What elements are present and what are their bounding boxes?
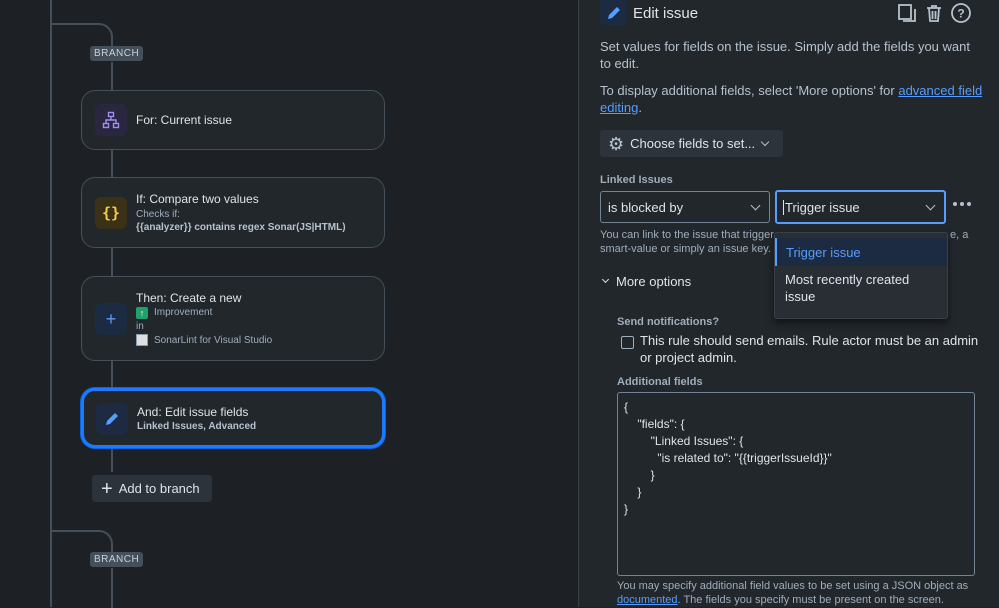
branch-curve-2 [85,530,113,554]
pencil-icon [96,403,128,435]
send-notifications-checkbox[interactable] [621,336,634,349]
advanced-note-suffix: . [638,100,642,115]
in-label: in [136,321,144,332]
additional-fields-textarea[interactable]: { "fields": { "Linked Issues": { "is rel… [617,392,975,576]
card-title: Then: Create a new [136,291,242,305]
card-then-create[interactable]: + Then: Create a new ↑ Improvement in So… [81,276,385,361]
card-title: And: Edit issue fields [137,405,249,419]
card-for-current-issue[interactable]: For: Current issue [81,90,385,150]
add-to-branch-label: Add to branch [118,481,200,496]
dropdown-option-most-recent[interactable]: Most recently created issue [785,271,935,305]
gear-icon: ⚙ [608,133,625,154]
footer-text: You may specify additional field values … [617,580,969,592]
json-line: "fields": { [624,417,685,431]
send-notifications-text: This rule should send emails. Rule actor… [640,333,979,365]
chevron-down-icon [925,200,936,211]
json-line: } [624,485,642,499]
card-edit-issue-fields[interactable]: And: Edit issue fields Linked Issues, Ad… [81,388,385,448]
card-detail: Linked Issues, Advanced [137,421,257,432]
chevron-down-icon [601,275,610,284]
card-condition: {{analyzer}} contains regex Sonar(JS|HTM… [136,222,346,233]
option-label: Trigger issue [786,245,861,260]
send-notifications-label: Send notifications? [617,316,720,328]
panel-description: Set values for fields on the issue. Simp… [600,39,970,71]
json-line: } [624,468,655,482]
panel-title: Edit issue [633,5,699,22]
branch-line-2 [111,568,113,608]
target-issue-select[interactable]: Trigger issue [775,190,946,224]
target-issue-value: Trigger issue [783,200,860,215]
more-options-label: More options [616,274,692,289]
helper-text-2: smart-value or simply an issue key. [600,243,771,255]
branch-label: BRANCH [90,46,144,61]
choose-fields-label: Choose fields to set... [630,136,756,151]
rule-canvas: BRANCH BRANCH For: Current issue {} If: … [0,0,578,608]
card-title: If: Compare two values [136,192,259,206]
link-type-select[interactable]: is blocked by [600,191,770,223]
trash-icon[interactable] [923,2,945,24]
link-type-value: is blocked by [608,200,684,215]
more-options-toggle[interactable]: More options [600,274,691,289]
helper-text-1: You can link to the issue that trigger [600,229,774,241]
plus-icon: + [95,303,127,335]
json-line: } [624,502,629,516]
footer-suffix: . The fields you specify must be present… [677,594,944,606]
chevron-down-icon [750,200,761,211]
branch-curve [85,23,113,47]
improvement-icon: ↑ [136,307,148,319]
card-checks-label: Checks if: [136,209,180,220]
card-if-compare[interactable]: {} If: Compare two values Checks if: {{a… [81,177,385,248]
more-actions-icon[interactable] [953,202,971,206]
help-icon[interactable]: ? [950,2,972,24]
branch-label-2: BRANCH [90,552,144,567]
advanced-note: To display additional fields, select 'Mo… [600,82,985,116]
chevron-down-icon [760,137,770,147]
curly-braces-icon: {} [95,197,127,229]
plus-icon: + [101,477,113,500]
json-line: { "fields": { "Linked Issues": { "is rel… [618,393,974,524]
json-line: "is related to": "{{triggerIssueId}}" [624,451,832,465]
project-avatar-icon [136,334,148,346]
duplicate-icon[interactable] [896,2,918,24]
helper-text-end: e, a [950,229,969,241]
card-title: For: Current issue [136,113,233,127]
choose-fields-button[interactable]: ⚙ Choose fields to set... [600,130,783,157]
issue-type: Improvement [154,307,213,318]
documented-link[interactable]: documented [617,594,678,606]
main-connector-line [50,0,52,607]
json-line: "Linked Issues": { [624,434,744,448]
linked-issues-label: Linked Issues [600,174,673,186]
advanced-note-text: To display additional fields, select 'Mo… [600,83,899,98]
branch-icon [95,104,127,136]
svg-text:?: ? [957,7,964,21]
pencil-icon [600,0,627,25]
json-footer-text: You may specify additional field values … [617,579,992,607]
target-issue-dropdown: Trigger issue Most recently created issu… [774,232,948,319]
dropdown-option-trigger-issue[interactable]: Trigger issue [775,238,947,266]
additional-fields-label: Additional fields [617,376,703,388]
project-name: SonarLint for Visual Studio [154,335,273,346]
json-line: { [624,400,629,414]
add-to-branch-button[interactable]: + Add to branch [92,475,212,502]
